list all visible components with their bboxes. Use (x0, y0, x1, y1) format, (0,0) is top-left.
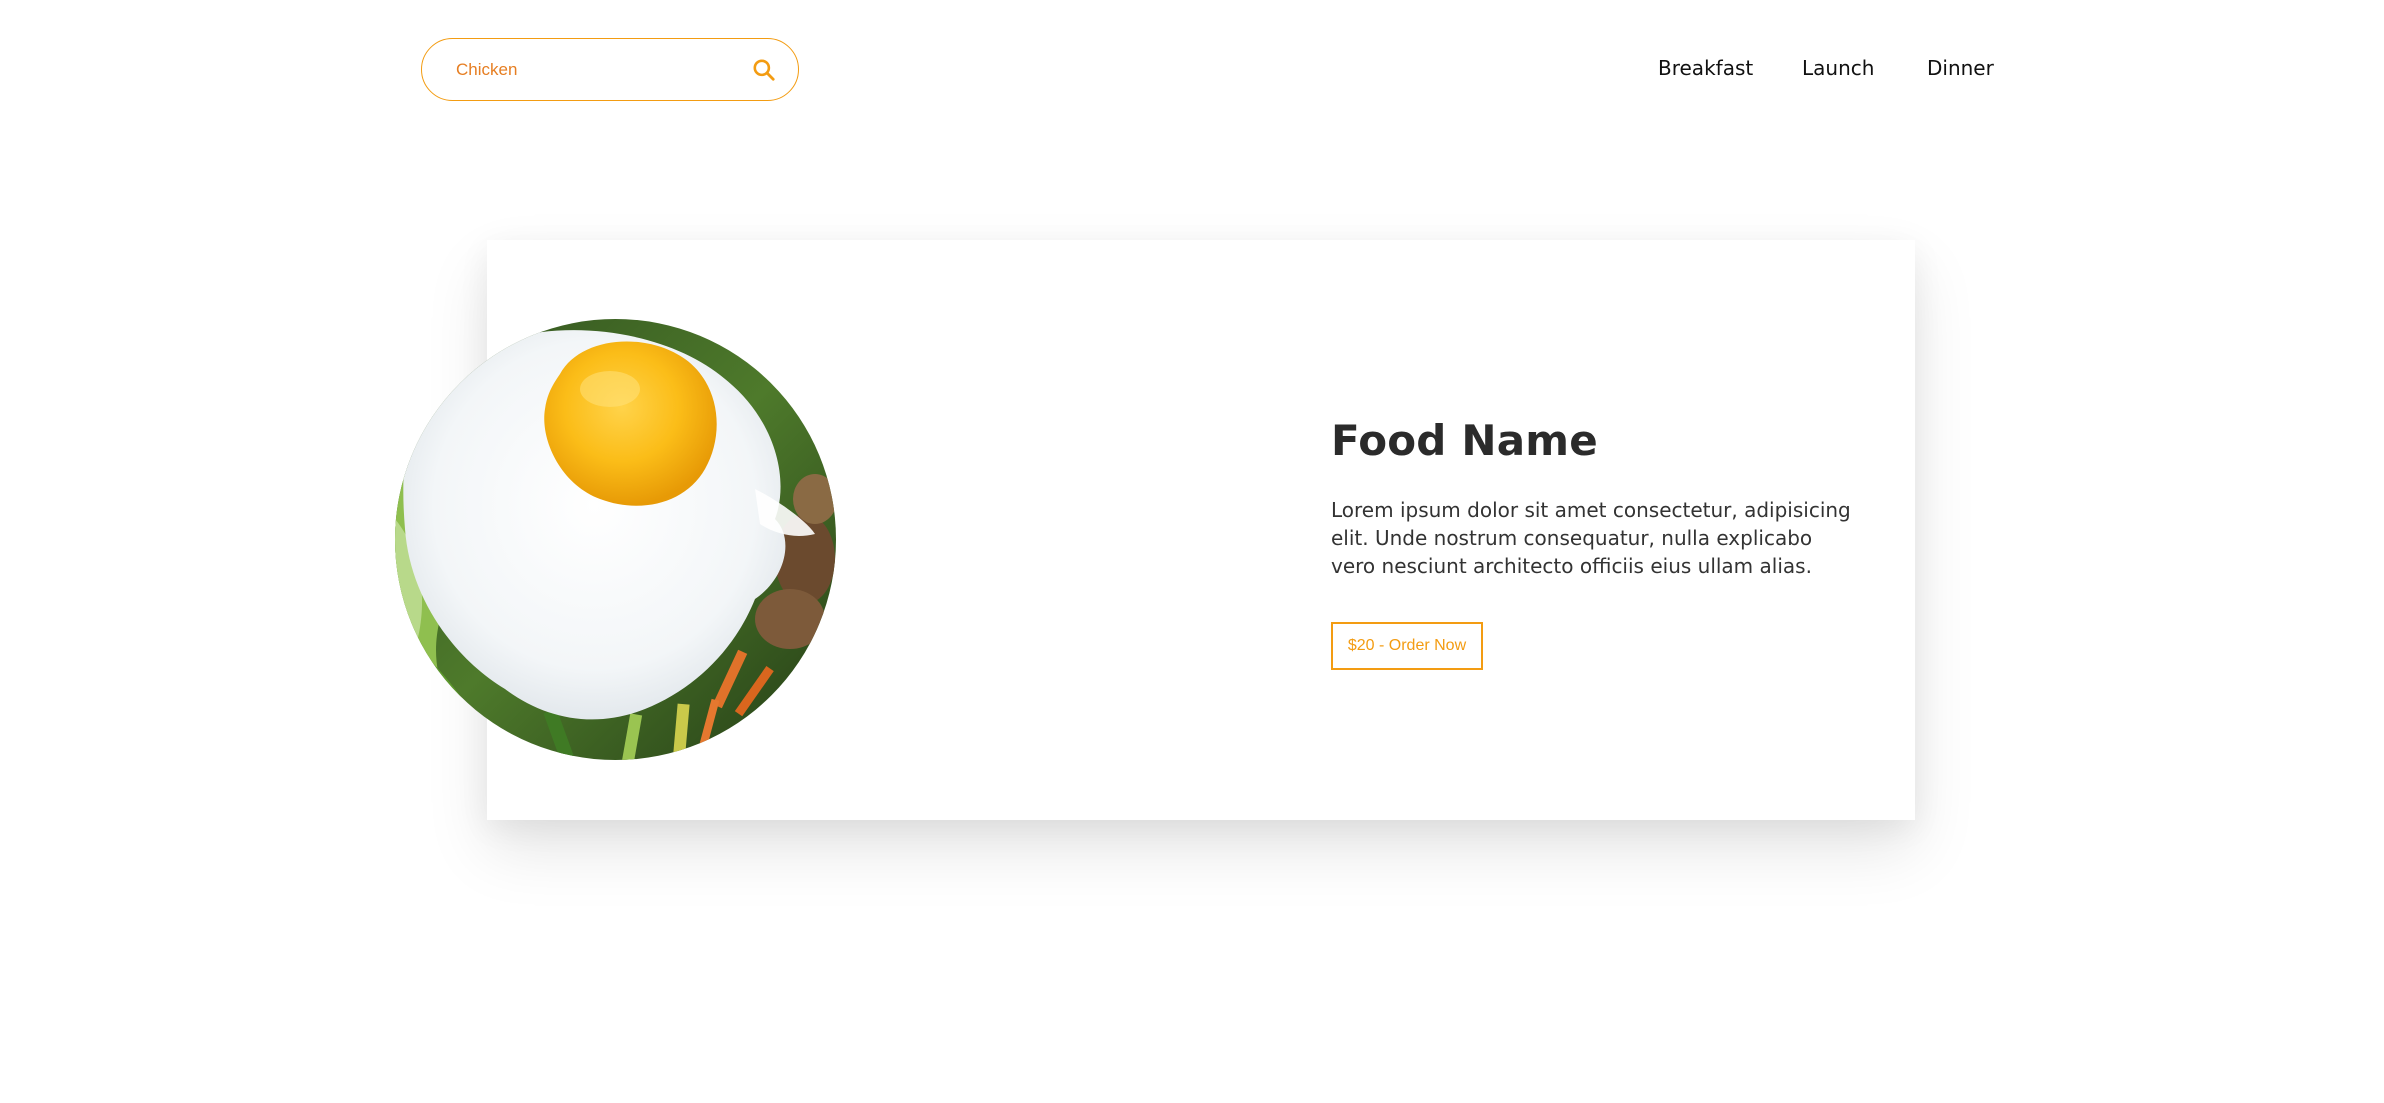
nav-link-launch[interactable]: Launch (1802, 56, 1874, 80)
food-image-graphic (395, 319, 836, 760)
search-input[interactable] (456, 59, 716, 80)
food-title: Food Name (1331, 416, 1598, 465)
food-description: Lorem ipsum dolor sit amet consectetur, … (1331, 498, 1851, 578)
nav-link-dinner[interactable]: Dinner (1927, 56, 1994, 80)
search-icon[interactable] (751, 57, 777, 83)
order-now-button[interactable]: $20 - Order Now (1331, 622, 1483, 670)
nav-link-breakfast[interactable]: Breakfast (1658, 56, 1753, 80)
search-box[interactable] (421, 38, 799, 101)
fried-egg-food-image (395, 319, 836, 760)
